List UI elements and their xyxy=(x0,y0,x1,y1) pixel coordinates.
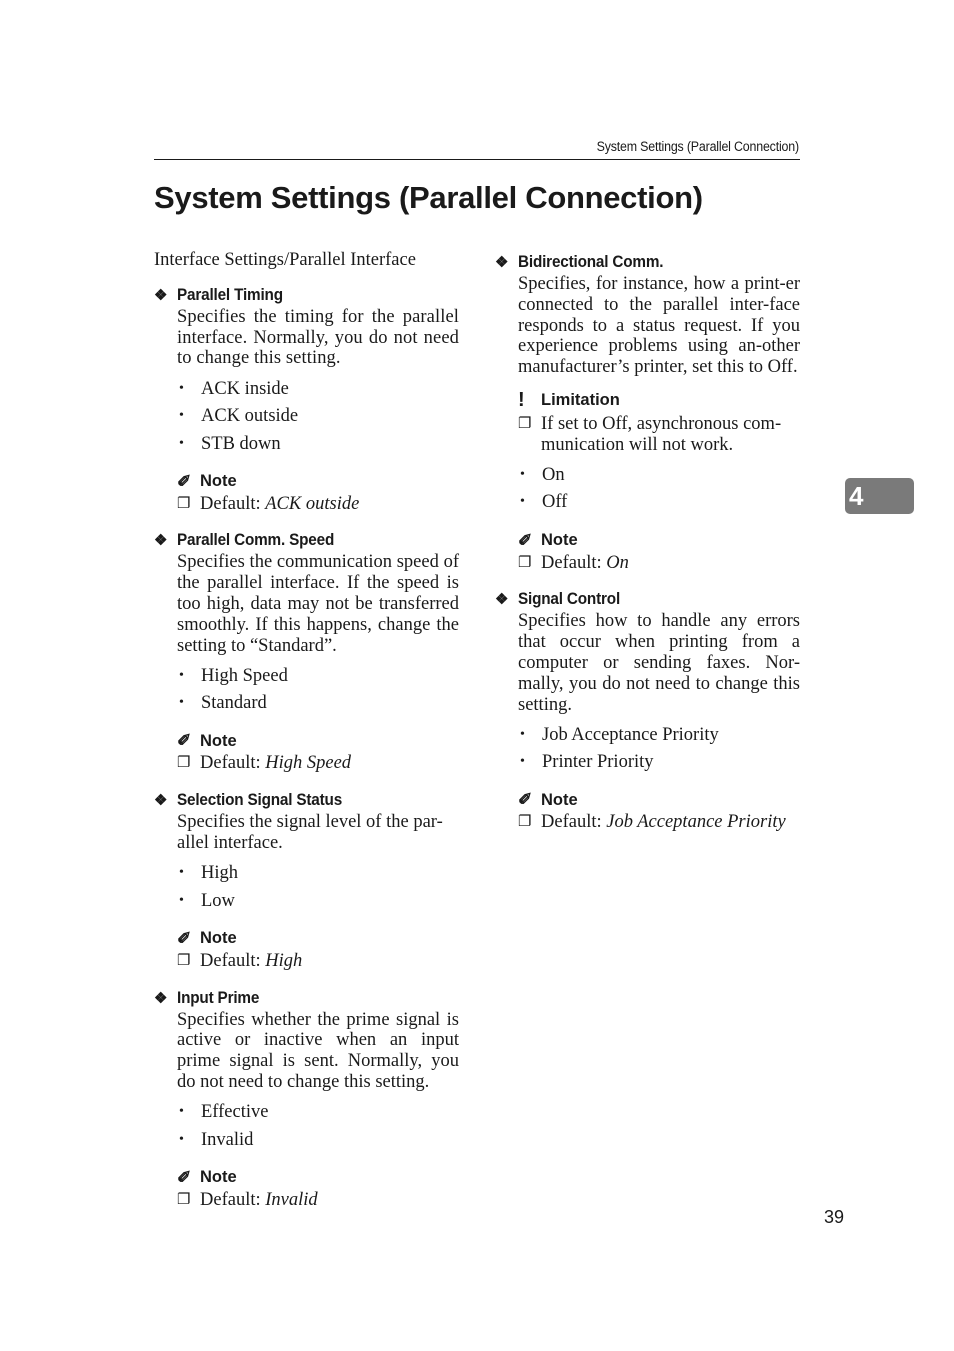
bullet-icon: • xyxy=(179,1131,184,1147)
option-item: • Low xyxy=(179,890,235,911)
section-description: Specifies whether the prime signal is ac… xyxy=(177,1009,459,1093)
header-rule xyxy=(154,159,800,160)
default-note: ❐ Default: High Speed xyxy=(177,753,352,774)
intro-path: Interface Settings/Parallel Interface xyxy=(154,250,416,270)
pencil-note-icon: ✐ xyxy=(177,731,192,751)
option-list: • ACK inside • ACK outside • STB down xyxy=(177,375,459,458)
default-value: On xyxy=(606,552,629,573)
bullet-icon: • xyxy=(179,892,184,908)
checkbox-icon: ❐ xyxy=(177,952,191,969)
section-description: Specifies, for instance, how a print-er … xyxy=(518,274,800,378)
note-heading: ✐ Note xyxy=(177,731,237,751)
option-list: • High • Low xyxy=(177,860,459,915)
section-title: Parallel Comm. Speed xyxy=(177,530,335,550)
page-title: System Settings (Parallel Connection) xyxy=(154,180,703,215)
diamond-icon: ❖ xyxy=(154,792,168,810)
note-heading: ✐ Note xyxy=(518,530,578,550)
section-signal-control: ❖ Signal Control Specifies how to handle … xyxy=(495,587,800,833)
pencil-note-icon: ✐ xyxy=(177,928,192,948)
bullet-icon: • xyxy=(179,380,184,396)
option-list: • High Speed • Standard xyxy=(177,662,459,717)
option-item: • On xyxy=(520,464,565,485)
option-item: • Job Acceptance Priority xyxy=(520,724,719,745)
checkbox-icon: ❐ xyxy=(518,554,532,571)
checkbox-icon: ❐ xyxy=(177,1191,191,1208)
bullet-icon: • xyxy=(520,494,525,510)
section-parallel-comm-speed: ❖ Parallel Comm. Speed Specifies the comm… xyxy=(154,528,459,774)
section-description: Specifies how to handle any errors that … xyxy=(518,611,800,715)
section-selection-signal-status: ❖ Selection Signal Status Specifies the s… xyxy=(154,788,459,971)
pencil-note-icon: ✐ xyxy=(177,471,192,491)
left-column: Interface Settings/Parallel Interface ❖ P… xyxy=(154,250,459,1225)
bullet-icon: • xyxy=(179,435,184,451)
bullet-icon: • xyxy=(179,865,184,881)
option-list: • Effective • Invalid xyxy=(177,1099,459,1154)
section-description: Specifies the signal level of the par-al… xyxy=(177,812,443,854)
bullet-icon: • xyxy=(520,726,525,742)
default-value: ACK outside xyxy=(265,493,360,514)
option-item: • STB down xyxy=(179,433,281,454)
note-heading: ✐ Note xyxy=(177,471,237,491)
option-item: • ACK inside xyxy=(179,378,289,399)
section-bidirectional-comm: ❖ Bidirectional Comm. Specifies, for inst… xyxy=(495,250,800,573)
section-parallel-timing: ❖ Parallel Timing Specifies the timing fo… xyxy=(154,283,459,515)
checkbox-icon: ❐ xyxy=(177,495,191,512)
checkbox-icon: ❐ xyxy=(177,755,191,772)
diamond-icon: ❖ xyxy=(154,532,168,550)
option-item: • Printer Priority xyxy=(520,752,654,773)
section-title: Input Prime xyxy=(177,987,260,1007)
section-description: Specifies the communication speed of the… xyxy=(177,552,459,656)
section-title: Parallel Timing xyxy=(177,284,283,304)
limitation-note: ❐ If set to Off, asynchronous com-municat… xyxy=(518,413,782,455)
limitation-heading: ! Limitation xyxy=(518,389,620,412)
checkbox-icon: ❐ xyxy=(518,415,532,432)
default-note: ❐ Default: Job Acceptance Priority xyxy=(518,812,786,833)
section-title: Selection Signal Status xyxy=(177,790,343,810)
default-value: High Speed xyxy=(265,753,352,774)
bullet-icon: • xyxy=(179,667,184,683)
section-description: Specifies the timing for the parallel in… xyxy=(177,306,459,369)
exclamation-icon: ! xyxy=(518,389,525,412)
right-column: ❖ Bidirectional Comm. Specifies, for inst… xyxy=(495,250,800,847)
bullet-icon: • xyxy=(179,1104,184,1120)
pencil-note-icon: ✐ xyxy=(518,790,533,810)
section-title: Bidirectional Comm. xyxy=(518,252,664,271)
option-item: • Effective xyxy=(179,1102,269,1123)
default-note: ❐ Default: High xyxy=(177,950,303,971)
note-heading: ✐ Note xyxy=(518,790,578,810)
option-item: • Standard xyxy=(179,693,267,714)
option-item: • Invalid xyxy=(179,1129,254,1150)
bullet-icon: • xyxy=(179,408,184,424)
option-item: • High xyxy=(179,863,238,884)
diamond-icon: ❖ xyxy=(495,254,509,271)
chapter-tab: 4 xyxy=(845,478,914,514)
section-title: Signal Control xyxy=(518,589,621,609)
diamond-icon: ❖ xyxy=(495,591,509,609)
section-input-prime: ❖ Input Prime Specifies whether the prime… xyxy=(154,986,459,1211)
pencil-note-icon: ✐ xyxy=(518,530,533,550)
default-note: ❐ Default: On xyxy=(518,552,629,573)
option-item: • ACK outside xyxy=(179,406,299,427)
bullet-icon: • xyxy=(179,695,184,711)
default-value: Invalid xyxy=(265,1189,318,1210)
pencil-note-icon: ✐ xyxy=(177,1167,192,1187)
default-note: ❐ Default: ACK outside xyxy=(177,493,360,514)
page-number: 39 xyxy=(824,1207,845,1227)
note-heading: ✐ Note xyxy=(177,928,237,948)
running-header: System Settings (Parallel Connection) xyxy=(596,139,800,154)
option-item: • Off xyxy=(520,492,568,513)
option-list: • Job Acceptance Priority • Printer Priori… xyxy=(518,721,800,776)
option-list: • On • Off xyxy=(518,462,800,517)
default-note: ❐ Default: Invalid xyxy=(177,1189,318,1210)
default-value: Job Acceptance Priority xyxy=(606,812,786,833)
bullet-icon: • xyxy=(520,754,525,770)
checkbox-icon: ❐ xyxy=(518,814,532,831)
option-item: • High Speed xyxy=(179,665,288,686)
diamond-icon: ❖ xyxy=(154,286,168,304)
default-value: High xyxy=(265,950,303,971)
diamond-icon: ❖ xyxy=(154,989,168,1007)
note-heading: ✐ Note xyxy=(177,1167,237,1187)
bullet-icon: • xyxy=(520,466,525,482)
